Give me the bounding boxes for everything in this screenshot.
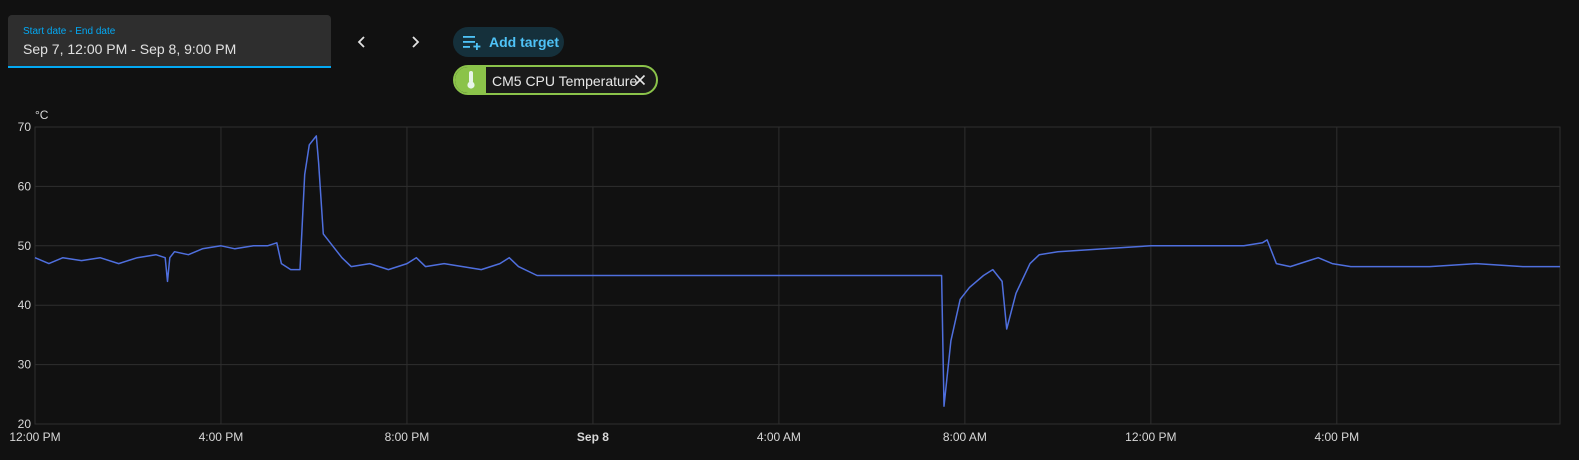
y-tick-label: 70 xyxy=(18,120,32,134)
x-tick-label: 4:00 PM xyxy=(199,430,244,444)
previous-range-button[interactable] xyxy=(344,24,380,60)
history-panel: Start date - End date Sep 7, 12:00 PM - … xyxy=(0,0,1579,460)
temperature-chart: °C 20 30 40 50 60 70 12:00 PM 4:00 PM 8:00 PM Se… xyxy=(9,108,1561,444)
x-axis-ticks: 12:00 PM 4:00 PM 8:00 PM Sep 8 4:00 AM 8:00 A… xyxy=(9,430,1359,444)
add-target-button[interactable]: Add target xyxy=(453,27,564,57)
date-range-value: Sep 7, 12:00 PM - Sep 8, 9:00 PM xyxy=(23,41,237,57)
y-axis-unit: °C xyxy=(35,108,49,122)
target-chip: CM5 CPU Temperature xyxy=(453,65,658,95)
chevron-right-icon xyxy=(408,35,422,49)
x-tick-label: 8:00 AM xyxy=(943,430,987,444)
y-tick-label: 30 xyxy=(18,358,32,372)
date-range-picker[interactable]: Start date - End date Sep 7, 12:00 PM - … xyxy=(8,15,331,68)
close-icon[interactable] xyxy=(632,72,648,88)
playlist-plus-icon xyxy=(463,34,483,50)
y-tick-label: 20 xyxy=(18,417,32,431)
date-range-label: Start date - End date xyxy=(23,26,116,37)
next-range-button[interactable] xyxy=(397,24,433,60)
x-tick-label: 8:00 PM xyxy=(385,430,430,444)
x-tick-label: 4:00 AM xyxy=(757,430,801,444)
y-tick-label: 60 xyxy=(18,179,32,193)
chart-series xyxy=(34,135,1560,407)
chevron-left-icon xyxy=(355,35,369,49)
x-tick-label: 12:00 PM xyxy=(1125,430,1176,444)
series-line xyxy=(34,135,1560,407)
add-target-label: Add target xyxy=(489,34,559,50)
y-axis-ticks: 20 30 40 50 60 70 xyxy=(18,120,32,431)
target-chip-label: CM5 CPU Temperature xyxy=(492,73,638,89)
x-tick-label: Sep 8 xyxy=(577,430,609,444)
x-tick-label: 12:00 PM xyxy=(9,430,60,444)
x-tick-label: 4:00 PM xyxy=(1314,430,1359,444)
y-tick-label: 40 xyxy=(18,298,32,312)
y-tick-label: 50 xyxy=(18,239,32,253)
thermometer-icon xyxy=(455,67,486,93)
